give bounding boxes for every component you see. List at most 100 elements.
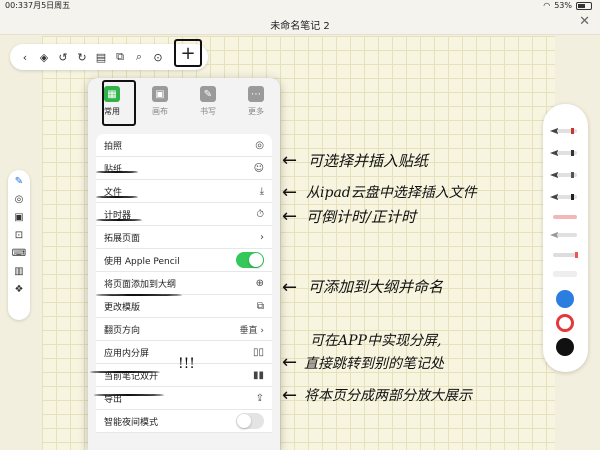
timer-icon: ⏱	[256, 208, 264, 220]
color-swatch-red[interactable]	[556, 314, 574, 332]
download-icon: ⤓	[259, 185, 264, 197]
arrow-outline: ←	[282, 277, 298, 298]
share-icon: ⇪	[255, 392, 264, 404]
layers-icon[interactable]: ◈	[37, 50, 51, 64]
menu-item-sticker[interactable]: 贴纸 ☺	[96, 157, 272, 180]
copy-icon[interactable]: ⧉	[113, 50, 127, 64]
tab-writing[interactable]: ✎ 书写	[184, 78, 232, 124]
annotation-timer: 可倒计时/正计时	[306, 208, 417, 226]
annotation-file: 从ipad云盘中选择插入文件	[306, 185, 477, 201]
arrow-dual: ←	[282, 385, 298, 406]
chevron-left-icon[interactable]: ‹	[18, 50, 32, 64]
menu-item-export[interactable]: 导出 ⇪	[96, 387, 272, 410]
underline-sticker	[96, 171, 138, 173]
arrow-sticker: ←	[282, 150, 298, 171]
pencil-icon: ✎	[200, 86, 216, 102]
menu-item-page-direction[interactable]: 翻页方向 垂直 ›	[96, 318, 272, 341]
textbox-icon[interactable]: ⊡	[12, 228, 26, 242]
ballpoint-pen[interactable]	[549, 148, 579, 157]
tab-more[interactable]: ⋯ 更多	[232, 78, 280, 124]
page-direction-value: 垂直 ›	[239, 325, 264, 336]
annotation-split-line2: 直接跳转到别的笔记处	[304, 356, 444, 372]
menu-item-label: 使用 Apple Pencil	[104, 256, 180, 267]
annotation-exclaim: !!!	[178, 356, 195, 372]
title-bar: 未命名笔记 2 ✕	[0, 12, 600, 35]
menu-item-add-outline[interactable]: 将页面添加到大纲 ⊕	[96, 272, 272, 295]
annotation-outline: 可添加到大纲并命名	[308, 278, 444, 296]
menu-item-photo[interactable]: 拍照 ◎	[96, 134, 272, 157]
battery-percent: 53%	[554, 1, 572, 10]
status-time: 00:33	[5, 1, 29, 10]
menu-item-extend-page[interactable]: 拓展页面 ›	[96, 226, 272, 249]
tab-highlight-mark	[102, 80, 136, 126]
fountain-pen[interactable]	[549, 126, 579, 135]
image-icon[interactable]: ▣	[12, 210, 26, 224]
annotation-dual: 将本页分成两部分放大展示	[304, 388, 472, 404]
menu-item-apple-pencil[interactable]: 使用 Apple Pencil	[96, 249, 272, 272]
mic-icon[interactable]: ⊙	[151, 50, 165, 64]
night-mode-toggle[interactable]	[236, 413, 264, 429]
menu-item-file[interactable]: 文件 ⤓	[96, 180, 272, 203]
template-icon: ⧉	[256, 300, 264, 312]
redo-icon[interactable]: ↻	[75, 50, 89, 64]
brush-pen[interactable]	[549, 192, 579, 201]
undo-icon[interactable]: ↺	[56, 50, 70, 64]
pencil[interactable]	[549, 230, 579, 239]
tab-canvas[interactable]: ▣ 画布	[136, 78, 184, 124]
book-icon[interactable]: ▥	[12, 264, 26, 278]
apple-pencil-toggle[interactable]	[236, 252, 264, 268]
menu-item-label: 拍照	[104, 141, 123, 152]
arrow-timer: ←	[282, 206, 298, 227]
status-bar: 00:33 7月5日周五 ◠ 53%	[0, 0, 600, 12]
search-icon[interactable]: ⌕	[132, 50, 146, 64]
tab-label: 更多	[248, 107, 264, 116]
left-tool-rail: ✎ ◎ ▣ ⊡ ⌨ ▥ ❖	[8, 170, 30, 320]
close-icon[interactable]: ✕	[579, 14, 590, 29]
color-swatch-blue[interactable]	[556, 290, 574, 308]
underline-outline	[96, 294, 182, 296]
highlighter[interactable]	[549, 250, 579, 259]
chevron-right-icon: ›	[260, 231, 264, 243]
add-button[interactable]: +	[174, 39, 202, 67]
more-icon: ⋯	[248, 86, 264, 102]
fine-pen[interactable]	[549, 170, 579, 179]
eraser-pink[interactable]	[549, 212, 579, 221]
tab-label: 书写	[200, 107, 216, 116]
split-screen-icon: ▯▯	[252, 346, 264, 358]
color-swatch-black[interactable]	[556, 338, 574, 356]
underline-timer	[96, 219, 142, 221]
menu-item-label: 更改模版	[104, 302, 141, 313]
note-title[interactable]: 未命名笔记 2	[0, 17, 600, 32]
menu-item-timer[interactable]: 计时器 ⏱	[96, 203, 272, 226]
annotation-sticker: 可选择并插入贴纸	[308, 152, 429, 170]
eraser-gray[interactable]	[549, 268, 579, 277]
wifi-icon: ◠	[543, 1, 551, 10]
arrow-file: ←	[282, 182, 298, 203]
page-icon[interactable]: ▤	[94, 50, 108, 64]
canvas-icon: ▣	[152, 86, 168, 102]
arrow-split: ←	[282, 352, 298, 373]
annotation-split-line1: 可在APP中实现分屏,	[310, 333, 442, 349]
top-toolbar: ‹ ◈ ↺ ↻ ▤ ⧉ ⌕ ⊙ +	[10, 39, 208, 70]
status-right: ◠ 53%	[543, 0, 592, 12]
underline-file	[96, 196, 138, 198]
menu-item-label: 应用内分屏	[104, 348, 150, 359]
keyboard-icon[interactable]: ⌨	[12, 246, 26, 260]
lasso-icon[interactable]: ◎	[12, 192, 26, 206]
menu-item-label: 智能夜间模式	[104, 417, 159, 428]
battery-icon	[576, 2, 592, 10]
menu-item-label: 将页面添加到大纲	[104, 279, 177, 290]
add-outline-icon: ⊕	[255, 277, 264, 289]
underline-split	[90, 371, 160, 373]
camera-icon: ◎	[255, 139, 264, 151]
pen-tool-icon[interactable]: ✎	[12, 174, 26, 188]
menu-item-night-mode[interactable]: 智能夜间模式	[96, 410, 272, 433]
sticker-icon: ☺	[253, 162, 264, 174]
status-date: 7月5日周五	[28, 1, 71, 10]
menu-item-change-template[interactable]: 更改模版 ⧉	[96, 295, 272, 318]
tab-label: 画布	[152, 107, 168, 116]
underline-dual	[94, 394, 164, 396]
dual-open-icon: ▮▮	[252, 369, 264, 381]
popup-menu-list: 拍照 ◎ 贴纸 ☺ 文件 ⤓ 计时器 ⏱ 拓展页面 › 使用 Apple Pencil 将…	[96, 134, 272, 433]
shapes-icon[interactable]: ❖	[12, 282, 26, 296]
